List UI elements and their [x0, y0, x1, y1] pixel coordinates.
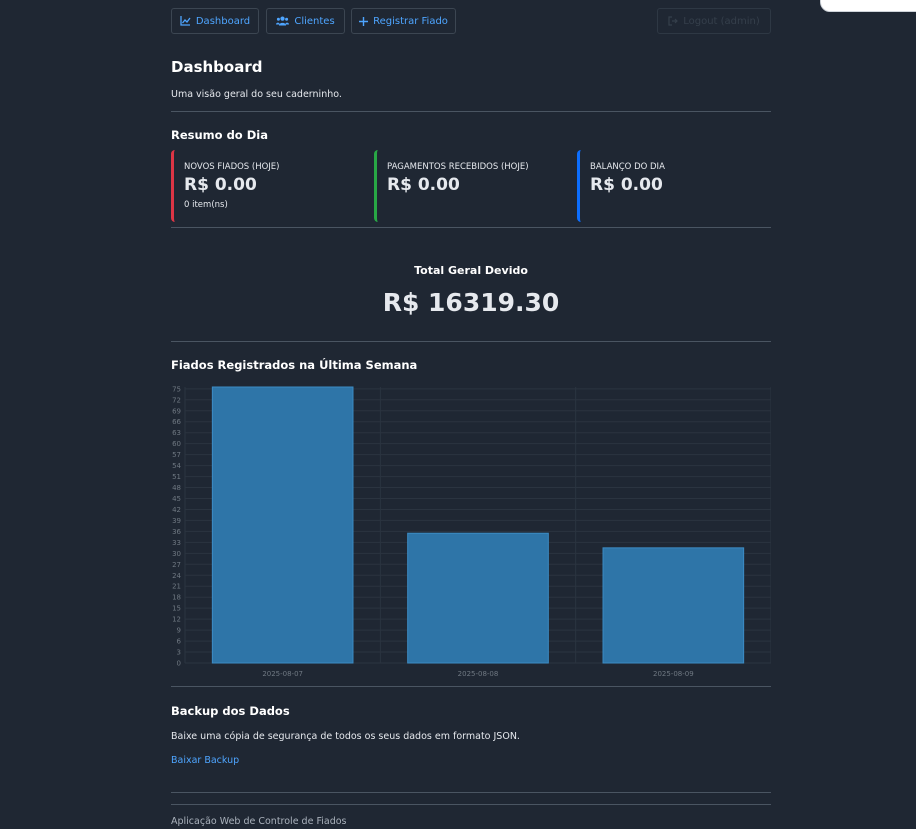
- backup-title: Backup dos Dados: [171, 704, 290, 718]
- nav-clients-label: Clientes: [294, 15, 335, 27]
- top-nav: Dashboard Clientes Registrar Fiado Logou…: [171, 8, 771, 36]
- y-tick-label: 45: [172, 495, 181, 503]
- stat-sub: 0 item(ns): [184, 200, 228, 210]
- page-title: Dashboard: [171, 58, 263, 76]
- bar-2025-08-08[interactable]: [407, 532, 549, 664]
- nav-register-button[interactable]: Registrar Fiado: [351, 8, 456, 34]
- backup-description: Baixe uma cópia de segurança de todos os…: [171, 731, 520, 742]
- y-tick-label: 0: [177, 660, 181, 668]
- nav-clients-button[interactable]: Clientes: [266, 8, 345, 34]
- logout-label: Logout (admin): [683, 15, 760, 27]
- y-tick-label: 21: [172, 583, 181, 591]
- bar-chart: 0369121518212427303336394245485154576063…: [172, 385, 771, 678]
- y-tick-label: 60: [172, 440, 181, 448]
- y-tick-label: 30: [172, 550, 181, 558]
- page-subtitle: Uma visão geral do seu caderninho.: [171, 89, 342, 100]
- y-tick-label: 72: [172, 396, 181, 404]
- stat-value: R$ 0.00: [590, 175, 663, 195]
- y-tick-label: 75: [172, 385, 181, 393]
- y-tick-label: 63: [172, 429, 181, 437]
- stat-label: PAGAMENTOS RECEBIDOS (HOJE): [387, 162, 529, 172]
- y-tick-label: 15: [172, 605, 181, 613]
- y-tick-label: 54: [172, 462, 181, 470]
- y-tick-label: 9: [177, 627, 181, 635]
- total-value: R$ 16319.30: [382, 288, 560, 317]
- x-tick-label: 2025-08-09: [653, 670, 694, 678]
- bar-2025-08-07[interactable]: [211, 386, 354, 664]
- stat-value: R$ 0.00: [184, 175, 257, 195]
- y-tick-label: 36: [172, 528, 181, 536]
- total-title: Total Geral Devido: [414, 264, 528, 277]
- divider: [171, 111, 771, 112]
- x-tick-label: 2025-08-07: [262, 670, 303, 678]
- bar-2025-08-09[interactable]: [602, 547, 745, 664]
- floating-panel: [820, 0, 916, 12]
- plus-icon: [359, 16, 369, 26]
- stat-card-balance: BALANÇO DO DIA R$ 0.00: [577, 150, 767, 222]
- stat-label: NOVOS FIADOS (HOJE): [184, 162, 280, 172]
- y-tick-label: 3: [177, 649, 181, 657]
- y-tick-label: 27: [172, 561, 181, 569]
- y-tick-label: 42: [172, 506, 181, 514]
- y-tick-label: 66: [172, 418, 181, 426]
- y-tick-label: 48: [172, 484, 181, 492]
- stat-card-payments: PAGAMENTOS RECEBIDOS (HOJE) R$ 0.00: [374, 150, 564, 222]
- nav-register-label: Registrar Fiado: [373, 15, 448, 27]
- divider: [171, 792, 771, 793]
- y-tick-label: 12: [172, 616, 181, 624]
- logout-button[interactable]: Logout (admin): [657, 8, 771, 34]
- summary-title: Resumo do Dia: [171, 128, 268, 142]
- nav-dashboard-label: Dashboard: [195, 15, 251, 27]
- y-tick-label: 6: [177, 638, 182, 646]
- users-icon: [276, 16, 290, 26]
- divider: [171, 227, 771, 228]
- y-tick-label: 69: [172, 407, 181, 415]
- y-tick-label: 24: [172, 572, 181, 580]
- y-tick-label: 33: [172, 539, 181, 547]
- sign-out-icon: [668, 16, 679, 26]
- y-tick-label: 39: [172, 517, 181, 525]
- stat-value: R$ 0.00: [387, 175, 460, 195]
- stat-label: BALANÇO DO DIA: [590, 162, 665, 172]
- footer-divider: [171, 804, 771, 805]
- y-tick-label: 57: [172, 451, 181, 459]
- backup-download-link[interactable]: Baixar Backup: [171, 755, 239, 766]
- stat-card-new-fiados: NOVOS FIADOS (HOJE) R$ 0.00 0 item(ns): [171, 150, 361, 222]
- footer-text: Aplicação Web de Controle de Fiados: [171, 816, 347, 827]
- nav-dashboard-button[interactable]: Dashboard: [171, 8, 259, 34]
- y-tick-label: 18: [172, 594, 181, 602]
- y-tick-label: 51: [172, 473, 181, 481]
- chart-title: Fiados Registrados na Última Semana: [171, 358, 418, 372]
- divider: [171, 686, 771, 687]
- divider: [171, 341, 771, 342]
- x-tick-label: 2025-08-08: [458, 670, 499, 678]
- chart-line-icon: [180, 16, 191, 26]
